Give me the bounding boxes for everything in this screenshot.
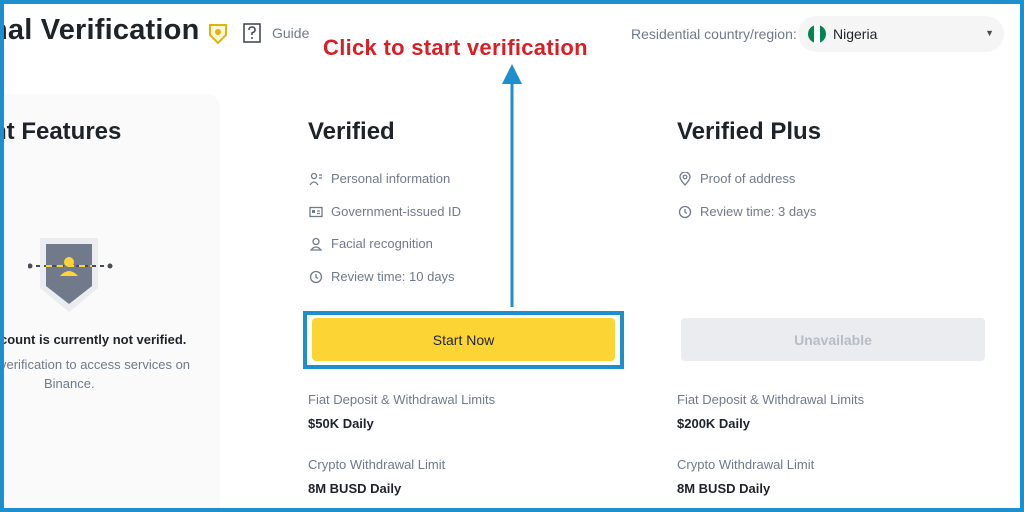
verified-feature-item: Personal information xyxy=(309,171,450,186)
crypto-limit-value: 8M BUSD Daily xyxy=(308,481,402,496)
clock-icon xyxy=(678,205,692,218)
start-now-button[interactable]: Start Now xyxy=(312,318,615,361)
feature-label: Facial recognition xyxy=(331,236,433,251)
crypto-limit-label: Crypto Withdrawal Limit xyxy=(308,457,446,472)
annotation-text: Click to start verification xyxy=(323,35,588,60)
verified-feature-item: Review time: 10 days xyxy=(309,269,455,284)
unverified-shield-icon xyxy=(28,238,113,312)
feature-label: Government-issued ID xyxy=(331,204,462,219)
fiat-limit-label: Fiat Deposit & Withdrawal Limits xyxy=(308,392,496,407)
id-card-icon xyxy=(309,206,323,217)
crypto-limit-value: 8M BUSD Daily xyxy=(677,481,771,496)
person-info-icon xyxy=(309,172,322,185)
country-select[interactable]: Nigeria ▼ xyxy=(798,16,1004,52)
feature-label: Review time: 10 days xyxy=(331,269,455,284)
crypto-limit-label: Crypto Withdrawal Limit xyxy=(677,457,815,472)
verified-plus-feature-item: Proof of address xyxy=(678,171,795,186)
unavailable-button[interactable]: Unavailable xyxy=(681,318,985,361)
screenshot-frame: nal Verification Guide Residential count… xyxy=(0,0,1024,512)
verification-status-text: count is currently not verified. xyxy=(0,332,187,347)
fiat-limit-label: Fiat Deposit & Withdrawal Limits xyxy=(677,392,865,407)
caret-down-icon: ▼ xyxy=(985,28,994,38)
country-value: Nigeria xyxy=(833,26,878,42)
verification-desc-line2: Binance. xyxy=(44,376,95,391)
face-icon xyxy=(309,237,323,251)
fiat-limit-value: $50K Daily xyxy=(308,416,374,431)
verified-plus-title: Verified Plus xyxy=(677,118,822,145)
feature-label: Proof of address xyxy=(700,171,796,186)
verified-feature-item: Government-issued ID xyxy=(309,204,461,219)
country-label: Residential country/region: xyxy=(631,26,797,42)
current-features-title: nt Features xyxy=(0,118,122,145)
fiat-limit-value: $200K Daily xyxy=(677,416,750,431)
shield-badge-icon xyxy=(209,24,227,45)
guide-link[interactable]: Guide xyxy=(272,25,309,41)
verified-plus-feature-item: Review time: 3 days xyxy=(678,204,816,219)
feature-label: Personal information xyxy=(331,171,451,186)
nigeria-flag-icon xyxy=(808,25,826,43)
verified-feature-item: Facial recognition xyxy=(309,236,433,251)
feature-label: Review time: 3 days xyxy=(700,204,817,219)
guide-icon[interactable] xyxy=(242,22,262,44)
page-title: nal Verification xyxy=(0,14,200,46)
clock-icon xyxy=(309,270,323,283)
verification-desc-line1: verification to access services on xyxy=(0,357,191,372)
verified-title: Verified xyxy=(308,118,395,145)
location-icon xyxy=(679,171,691,186)
